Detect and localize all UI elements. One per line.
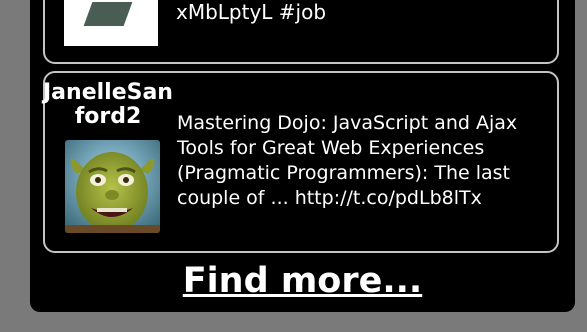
tweet-thumbnail xyxy=(64,0,158,46)
shrek-avatar-icon xyxy=(65,140,160,233)
tweet-card[interactable]: JanelleSanford2 Mastering Dojo: JavaScri… xyxy=(43,71,559,253)
user-avatar[interactable] xyxy=(65,140,160,233)
app-viewport: xMbLptyL #job JanelleSanford2 Mastering … xyxy=(0,0,587,332)
tweet-username[interactable]: JanelleSanford2 xyxy=(43,81,173,129)
tweet-card[interactable]: xMbLptyL #job xyxy=(43,0,559,64)
tweet-text: Mastering Dojo: JavaScript and Ajax Tool… xyxy=(177,112,518,209)
tweet-list-panel[interactable]: xMbLptyL #job JanelleSanford2 Mastering … xyxy=(30,0,575,312)
find-more-link[interactable]: Find more... xyxy=(30,259,575,303)
tweet-text: xMbLptyL #job xyxy=(176,0,327,24)
thumbnail-graphic xyxy=(83,2,133,26)
